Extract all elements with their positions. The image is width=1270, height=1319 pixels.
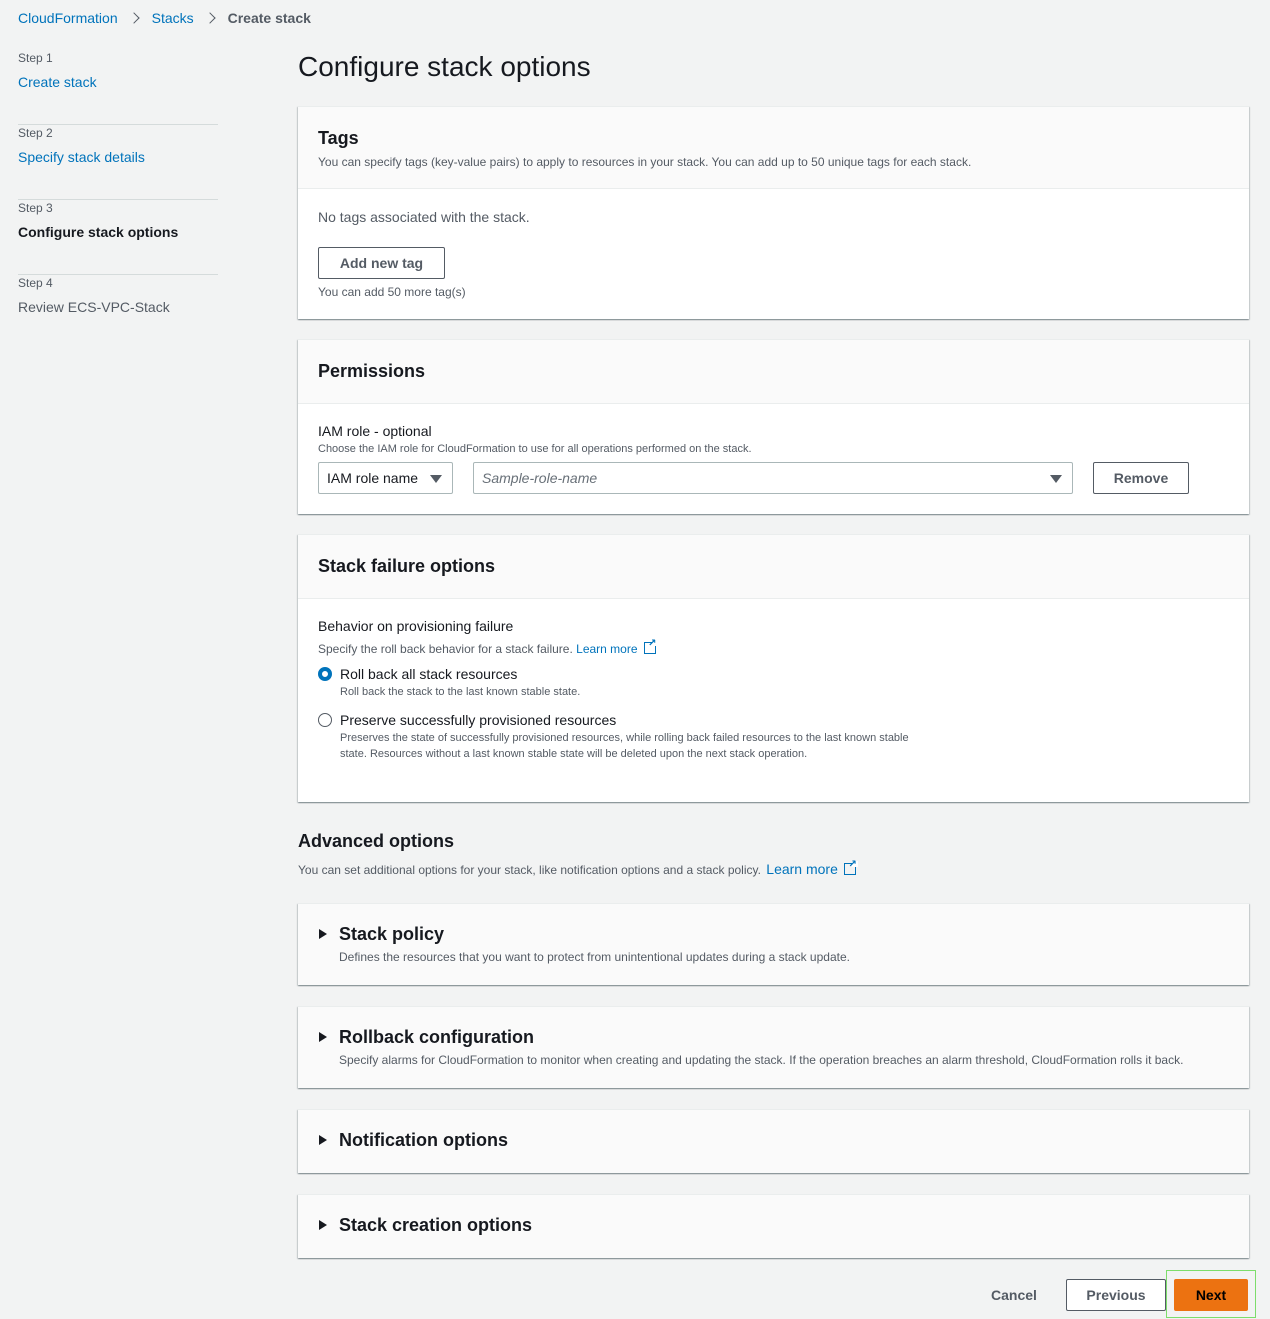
advanced-options-title: Advanced options [298,831,455,851]
stack-failure-title: Stack failure options [318,556,496,576]
step-link-create-stack[interactable]: Create stack [18,74,218,90]
tags-title: Tags [318,128,359,148]
external-link-icon: ↗ [843,860,858,875]
step-1: Step 1 Create stack [18,50,218,125]
permissions-header: Permissions [298,340,1249,404]
stack-policy-section[interactable]: Stack policy Defines the resources that … [298,903,1249,985]
iam-role-type-value: IAM role name [327,470,419,486]
breadcrumb-current: Create stack [227,10,311,26]
advanced-learn-more-link[interactable]: Learn more ↗ [766,860,858,877]
tags-panel: Tags You can specify tags (key-value pai… [298,106,1249,319]
rollback-configuration-section[interactable]: Rollback configuration Specify alarms fo… [298,1006,1249,1088]
step-number: Step 1 [18,51,53,65]
stack-policy-title: Stack policy [339,924,445,944]
notification-options-section[interactable]: Notification options [298,1109,1249,1173]
breadcrumb: CloudFormation Stacks Create stack [18,10,311,26]
breadcrumb-cloudformation[interactable]: CloudFormation [18,10,118,26]
page-title: Configure stack options [298,51,591,82]
iam-role-description: Choose the IAM role for CloudFormation t… [318,443,752,455]
radio-roll-back-all[interactable] [318,667,332,681]
rollback-configuration-title: Rollback configuration [339,1027,535,1047]
remove-role-button[interactable]: Remove [1093,462,1189,494]
caret-down-icon [430,475,442,483]
step-number: Step 3 [18,201,53,215]
advanced-desc-text: You can set additional options for your … [298,863,761,877]
step-3: Step 3 Configure stack options [18,200,218,275]
provisioning-failure-desc-text: Specify the roll back behavior for a sta… [318,642,573,656]
iam-role-label: IAM role - optional [318,423,432,439]
stack-policy-desc: Defines the resources that you want to p… [339,950,850,964]
external-link-icon: ↗ [643,639,658,654]
caret-down-icon [1050,475,1062,483]
previous-button[interactable]: Previous [1066,1279,1166,1311]
radio-preserve-resources-desc: Preserves the state of successfully prov… [340,732,909,744]
step-number: Step 2 [18,126,53,140]
permissions-title: Permissions [318,361,426,381]
notification-options-title: Notification options [339,1130,508,1150]
permissions-panel: Permissions IAM role - optional Choose t… [298,339,1249,514]
provisioning-failure-label: Behavior on provisioning failure [318,618,514,634]
advanced-options-description: You can set additional options for your … [298,860,858,877]
learn-more-link[interactable]: Learn more ↗ [576,639,658,656]
step-current-label: Configure stack options [18,224,179,240]
chevron-right-icon [127,12,140,24]
radio-roll-back-all-desc: Roll back the stack to the last known st… [340,686,581,698]
provisioning-failure-description: Specify the roll back behavior for a sta… [318,639,658,656]
wizard-steps: Step 1 Create stack Step 2 Specify stack… [18,50,218,350]
add-new-tag-button[interactable]: Add new tag [318,247,445,279]
iam-role-name-placeholder: Sample-role-name [482,470,598,486]
caret-right-icon [319,1135,327,1145]
stack-creation-options-section[interactable]: Stack creation options [298,1194,1249,1258]
breadcrumb-stacks[interactable]: Stacks [152,10,194,26]
radio-preserve-resources-desc-2: state. Resources without a last known st… [340,748,808,760]
radio-roll-back-all-label[interactable]: Roll back all stack resources [340,666,517,682]
radio-preserve-resources-label[interactable]: Preserve successfully provisioned resour… [340,712,616,728]
cancel-button[interactable]: Cancel [982,1279,1046,1311]
learn-more-text: Learn more [766,861,838,877]
caret-right-icon [319,929,327,939]
next-button[interactable]: Next [1174,1279,1248,1311]
tags-description: You can specify tags (key-value pairs) t… [318,155,972,169]
chevron-right-icon [203,12,216,24]
caret-right-icon [319,1032,327,1042]
iam-role-type-select[interactable]: IAM role name [318,462,453,494]
learn-more-text: Learn more [576,642,638,656]
stack-creation-options-title: Stack creation options [339,1215,533,1235]
stack-failure-panel: Stack failure options Behavior on provis… [298,534,1249,802]
step-number: Step 4 [18,276,53,290]
step-2: Step 2 Specify stack details [18,125,218,200]
iam-role-name-select[interactable]: Sample-role-name [473,462,1073,494]
no-tags-message: No tags associated with the stack. [318,209,530,225]
stack-failure-header: Stack failure options [298,535,1249,599]
step-link-specify-details[interactable]: Specify stack details [18,149,218,165]
radio-preserve-resources[interactable] [318,713,332,727]
tags-remaining: You can add 50 more tag(s) [318,285,466,299]
tags-header: Tags You can specify tags (key-value pai… [298,107,1249,189]
caret-right-icon [319,1220,327,1230]
step-review-label: Review ECS-VPC-Stack [18,299,170,315]
rollback-configuration-desc: Specify alarms for CloudFormation to mon… [339,1053,1184,1067]
step-4: Step 4 Review ECS-VPC-Stack [18,275,218,350]
